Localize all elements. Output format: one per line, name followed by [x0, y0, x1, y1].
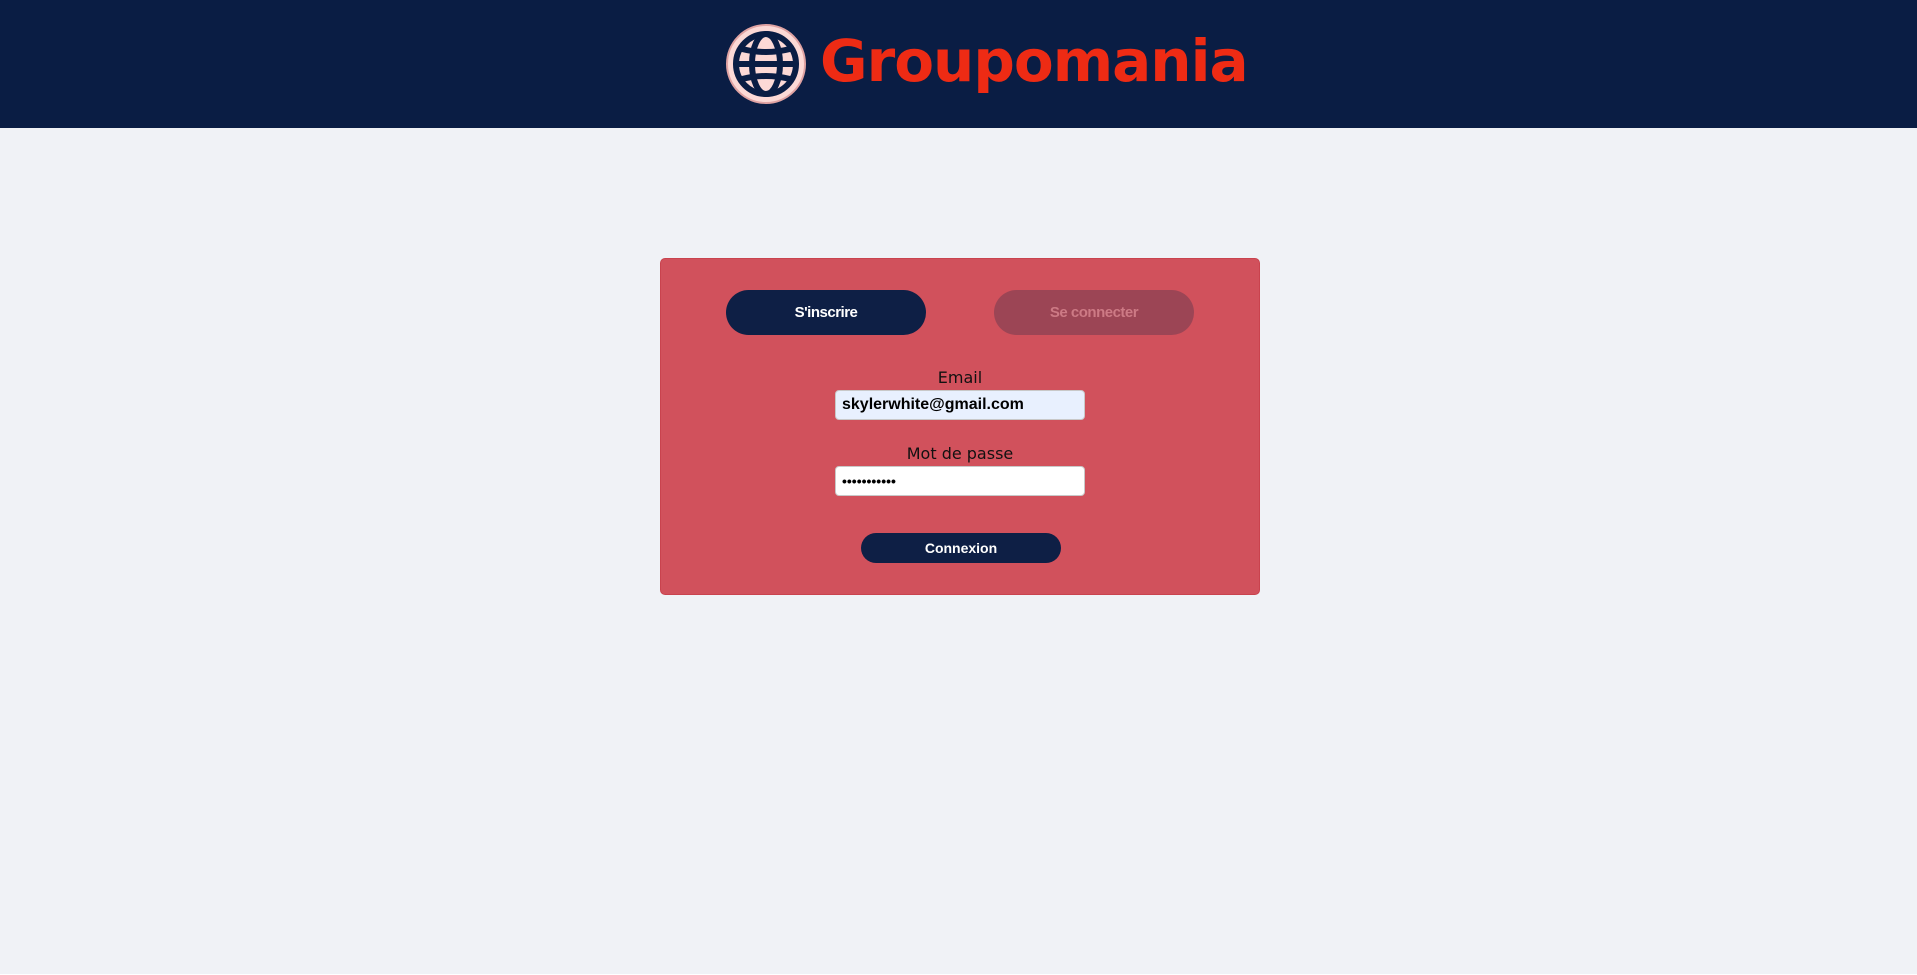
- globe-icon: [724, 22, 808, 106]
- password-field[interactable]: [835, 466, 1085, 496]
- site-header: Groupomania: [0, 0, 1917, 128]
- brand-name: Groupomania: [820, 27, 1249, 95]
- email-label: Email: [937, 368, 983, 387]
- email-field[interactable]: [835, 390, 1085, 420]
- auth-card: S'inscrire Se connecter Email Mot de pas…: [660, 258, 1260, 595]
- signup-tab-button[interactable]: S'inscrire: [726, 290, 926, 335]
- login-submit-button[interactable]: Connexion: [861, 533, 1061, 563]
- password-label: Mot de passe: [906, 444, 1014, 463]
- login-tab-button[interactable]: Se connecter: [994, 290, 1194, 335]
- brand-logo[interactable]: Groupomania: [724, 22, 1249, 106]
